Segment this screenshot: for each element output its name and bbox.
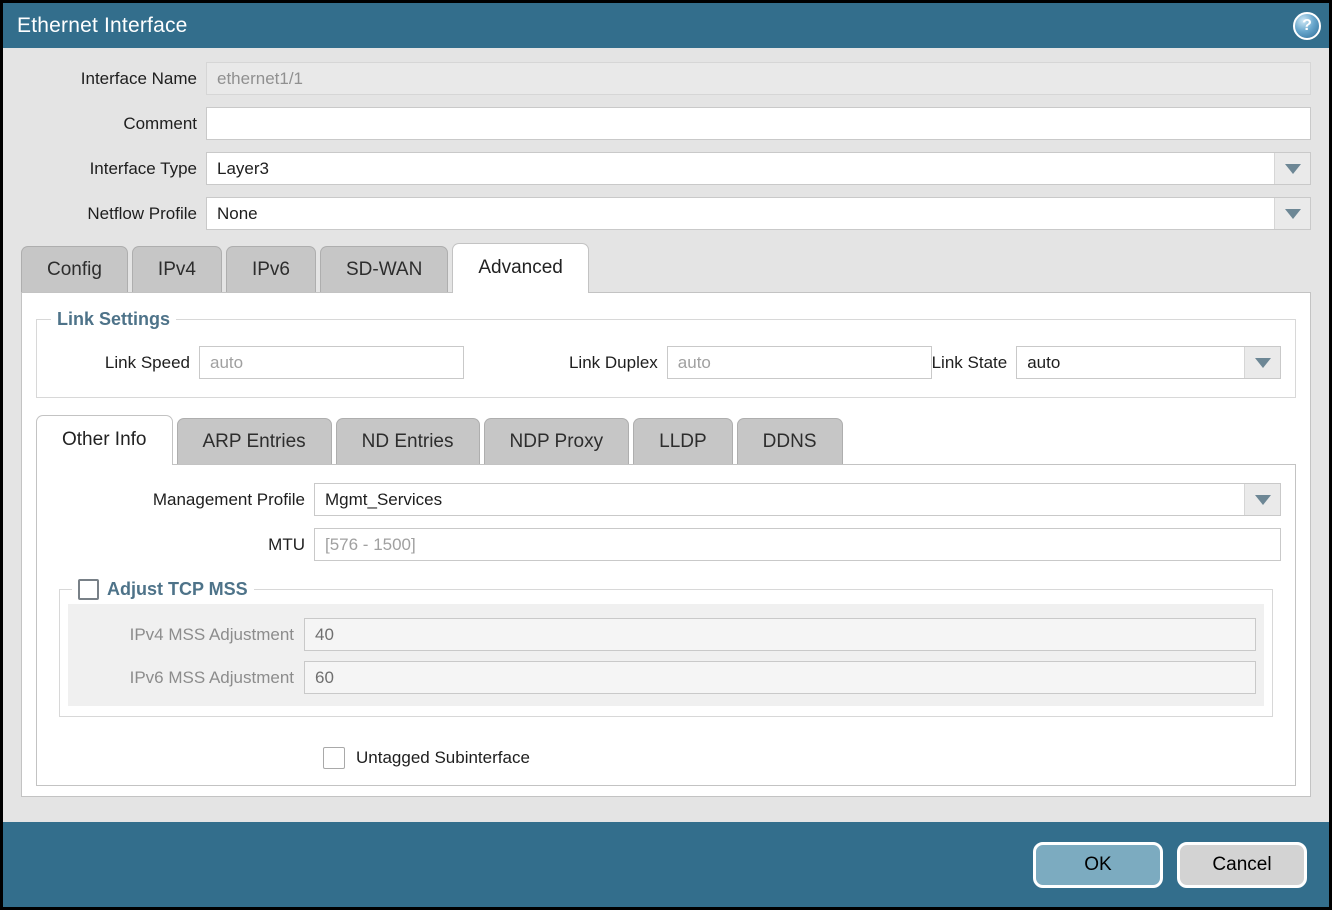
adjust-tcp-mss-fieldset: Adjust TCP MSS IPv4 MSS Adjustment [59, 579, 1273, 717]
chevron-down-icon [1255, 358, 1271, 368]
interface-type-dropdown[interactable] [206, 152, 1311, 185]
help-icon[interactable]: ? [1293, 12, 1321, 40]
link-state-label: Link State [932, 353, 1017, 373]
link-speed-label: Link Speed [51, 353, 199, 373]
tab-arp-entries[interactable]: ARP Entries [177, 418, 332, 464]
interface-name-row: Interface Name [21, 62, 1311, 95]
untagged-subinterface-label: Untagged Subinterface [356, 748, 530, 768]
other-info-panel: Management Profile MTU [36, 464, 1296, 786]
tab-ipv6[interactable]: IPv6 [226, 246, 316, 292]
netflow-profile-row: Netflow Profile [21, 197, 1311, 230]
interface-type-arrow-button[interactable] [1274, 153, 1310, 184]
netflow-profile-arrow-button[interactable] [1274, 198, 1310, 229]
link-speed-field[interactable] [200, 347, 463, 378]
link-state-arrow-button[interactable] [1244, 347, 1280, 378]
chevron-down-icon [1255, 495, 1271, 505]
comment-box [206, 107, 1311, 140]
title-bar: Ethernet Interface ? [3, 3, 1329, 48]
main-tab-bar: Config IPv4 IPv6 SD-WAN Advanced [21, 242, 1311, 292]
interface-name-field [207, 63, 1310, 94]
link-state-value[interactable] [1017, 347, 1244, 378]
ipv6-mss-label: IPv6 MSS Adjustment [76, 668, 304, 688]
dialog-title: Ethernet Interface [17, 14, 188, 38]
ipv4-mss-label: IPv4 MSS Adjustment [76, 625, 304, 645]
chevron-down-icon [1285, 209, 1301, 219]
management-profile-dropdown[interactable] [314, 483, 1281, 516]
tab-ndp-proxy[interactable]: NDP Proxy [484, 418, 630, 464]
netflow-profile-dropdown[interactable] [206, 197, 1311, 230]
link-speed-box [199, 346, 464, 379]
comment-label: Comment [21, 114, 206, 134]
untagged-subinterface-checkbox[interactable] [323, 747, 345, 769]
interface-type-row: Interface Type [21, 152, 1311, 185]
link-settings-legend: Link Settings [51, 309, 176, 330]
link-duplex-box [667, 346, 932, 379]
ipv4-mss-field [305, 619, 1255, 650]
management-profile-arrow-button[interactable] [1244, 484, 1280, 515]
mtu-row: MTU [51, 528, 1281, 561]
footer-bar: OK Cancel [3, 822, 1329, 907]
tab-lldp[interactable]: LLDP [633, 418, 733, 464]
screen: Ethernet Interface ? Interface Name Comm… [0, 0, 1332, 910]
tab-ddns[interactable]: DDNS [737, 418, 843, 464]
ok-button[interactable]: OK [1033, 842, 1163, 888]
dialog-body: Interface Name Comment Interface Type [3, 48, 1329, 800]
inner-tab-bar: Other Info ARP Entries ND Entries NDP Pr… [36, 414, 1296, 464]
comment-field[interactable] [207, 108, 1310, 139]
mtu-label: MTU [51, 535, 314, 555]
tab-ipv4[interactable]: IPv4 [132, 246, 222, 292]
mtu-box [314, 528, 1281, 561]
interface-name-box [206, 62, 1311, 95]
ipv6-mss-box [304, 661, 1256, 694]
interface-name-label: Interface Name [21, 69, 206, 89]
management-profile-value[interactable] [315, 484, 1244, 515]
tab-nd-entries[interactable]: ND Entries [336, 418, 480, 464]
cancel-button[interactable]: Cancel [1177, 842, 1307, 888]
ipv6-mss-row: IPv6 MSS Adjustment [76, 661, 1256, 694]
comment-row: Comment [21, 107, 1311, 140]
tab-advanced[interactable]: Advanced [452, 243, 589, 293]
tab-sdwan[interactable]: SD-WAN [320, 246, 448, 292]
chevron-down-icon [1285, 164, 1301, 174]
interface-type-label: Interface Type [21, 159, 206, 179]
management-profile-label: Management Profile [51, 490, 314, 510]
tab-config[interactable]: Config [21, 246, 128, 292]
ipv6-mss-field [305, 662, 1255, 693]
interface-type-value[interactable] [207, 153, 1274, 184]
adjust-tcp-mss-checkbox[interactable] [78, 579, 99, 600]
management-profile-row: Management Profile [51, 483, 1281, 516]
adjust-tcp-mss-legend: Adjust TCP MSS [72, 579, 254, 600]
link-duplex-field[interactable] [668, 347, 931, 378]
mss-panel: IPv4 MSS Adjustment IPv6 MSS Adjustment [68, 604, 1264, 706]
link-settings-fieldset: Link Settings Link Speed Link Duplex Lin… [36, 309, 1296, 398]
link-state-dropdown[interactable] [1016, 346, 1281, 379]
link-settings-row: Link Speed Link Duplex Link State [47, 340, 1285, 381]
ethernet-interface-dialog: Ethernet Interface ? Interface Name Comm… [3, 3, 1329, 907]
netflow-profile-label: Netflow Profile [21, 204, 206, 224]
ipv4-mss-box [304, 618, 1256, 651]
untagged-subinterface-row: Untagged Subinterface [323, 747, 1281, 769]
link-duplex-label: Link Duplex [512, 353, 667, 373]
adjust-tcp-mss-legend-text: Adjust TCP MSS [107, 579, 248, 600]
ipv4-mss-row: IPv4 MSS Adjustment [76, 618, 1256, 651]
advanced-tab-panel: Link Settings Link Speed Link Duplex Lin… [21, 292, 1311, 797]
netflow-profile-value[interactable] [207, 198, 1274, 229]
tab-other-info[interactable]: Other Info [36, 415, 173, 465]
mtu-field[interactable] [315, 529, 1280, 560]
inner-tabs-wrap: Other Info ARP Entries ND Entries NDP Pr… [36, 414, 1296, 786]
